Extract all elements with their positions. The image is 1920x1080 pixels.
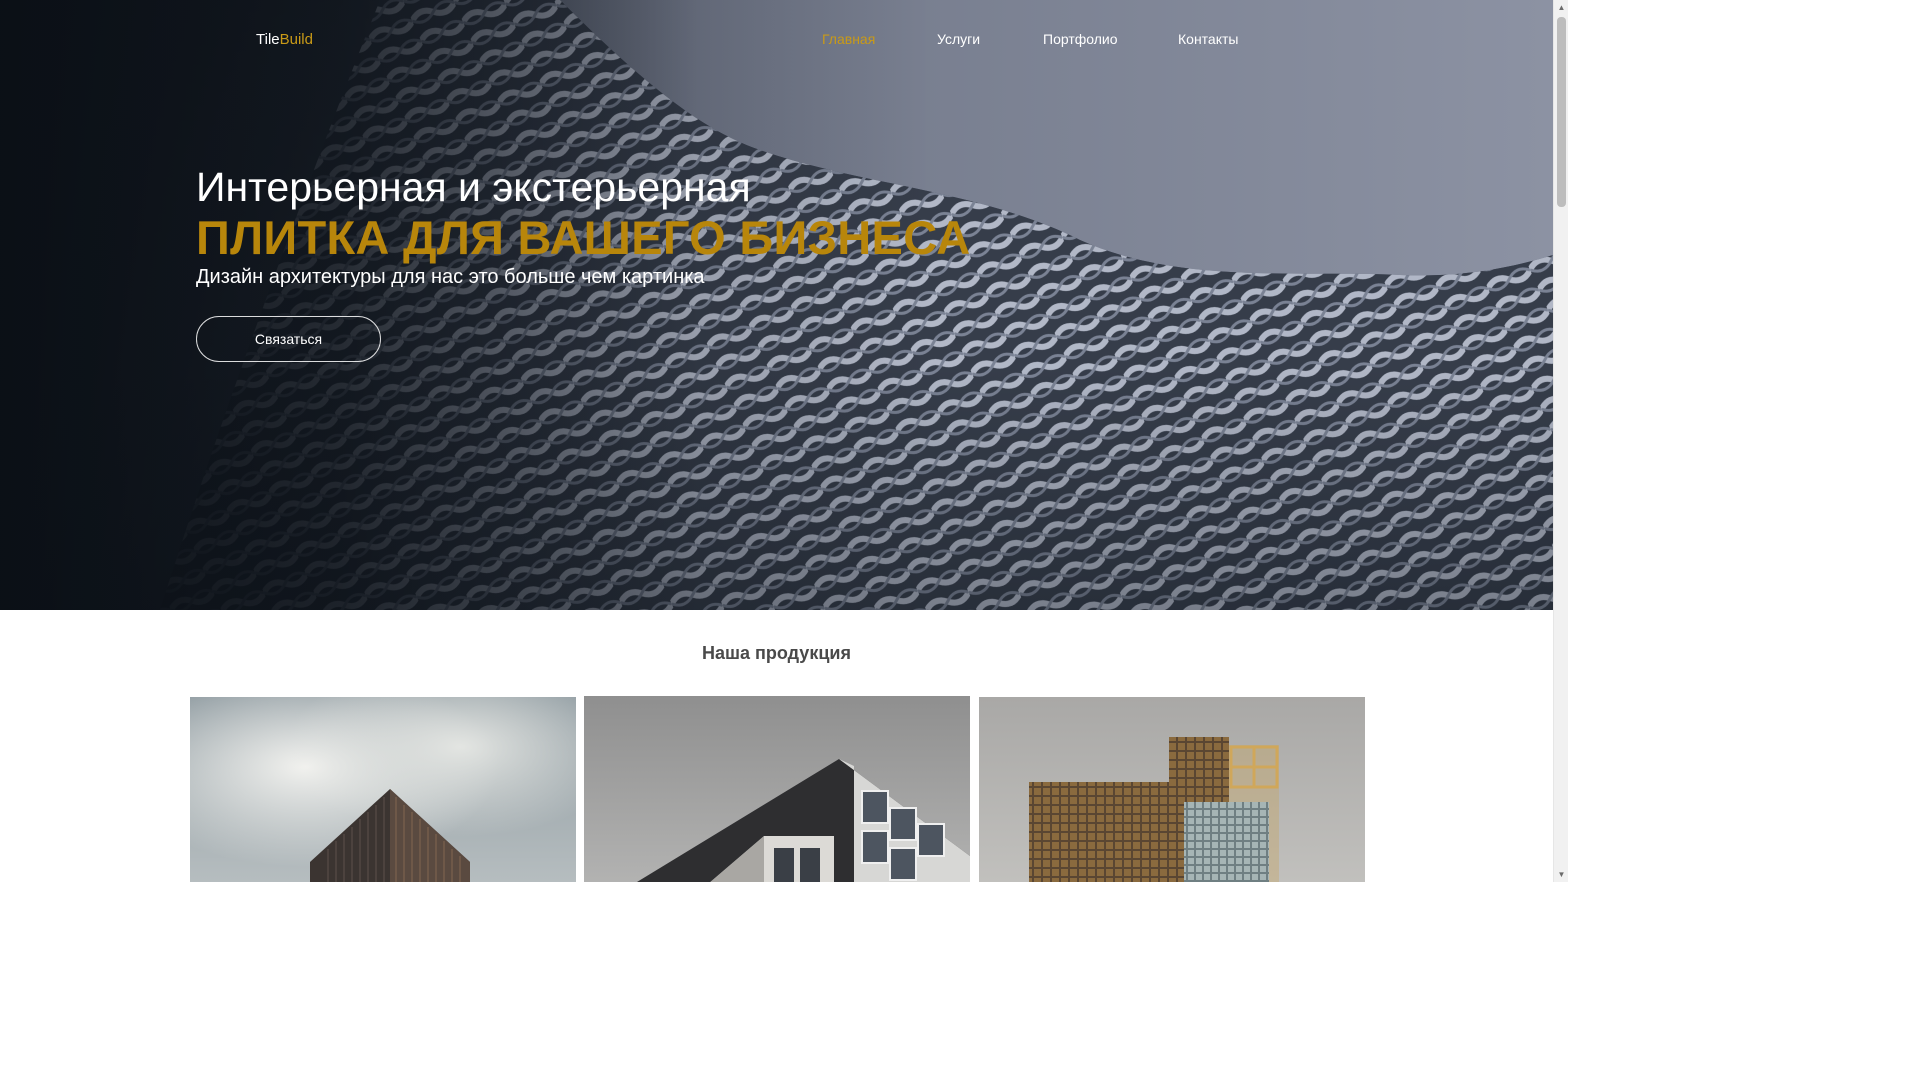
tower-sky-photo	[190, 697, 576, 882]
glass-highrise-photo	[979, 697, 1365, 882]
product-card[interactable]	[979, 697, 1365, 882]
nav-item-contacts[interactable]: Контакты	[1178, 31, 1238, 47]
hero-accent-title: ПЛИТКА ДЛЯ ВАШЕГО БИЗНЕСА	[196, 211, 971, 264]
modern-building-corner-photo	[584, 696, 970, 882]
page: TileBuild Главная Услуги Портфолио Конта…	[0, 0, 1553, 882]
chevron-down-icon[interactable]: ▼	[1554, 867, 1569, 882]
hero-section: TileBuild Главная Услуги Портфолио Конта…	[0, 0, 1553, 610]
hero-background-image	[0, 0, 1553, 610]
chevron-up-icon[interactable]: ▲	[1554, 0, 1569, 15]
hero-subtitle: Дизайн архитектуры для нас это больше че…	[196, 266, 705, 288]
scrollbar-thumb[interactable]	[1557, 17, 1566, 207]
hero-title: Интерьерная и экстерьерная	[196, 164, 751, 210]
product-card[interactable]	[584, 696, 970, 882]
nav-item-portfolio[interactable]: Портфолио	[1043, 31, 1118, 47]
nav-item-services[interactable]: Услуги	[937, 31, 980, 47]
nav-item-home[interactable]: Главная	[822, 31, 875, 47]
products-section-title: Наша продукция	[702, 643, 851, 663]
product-card[interactable]	[190, 697, 576, 882]
contact-button[interactable]: Связаться	[196, 316, 381, 362]
main-nav: Главная Услуги Портфолио Контакты	[0, 31, 1553, 51]
vertical-scrollbar[interactable]: ▲ ▼	[1553, 0, 1568, 882]
